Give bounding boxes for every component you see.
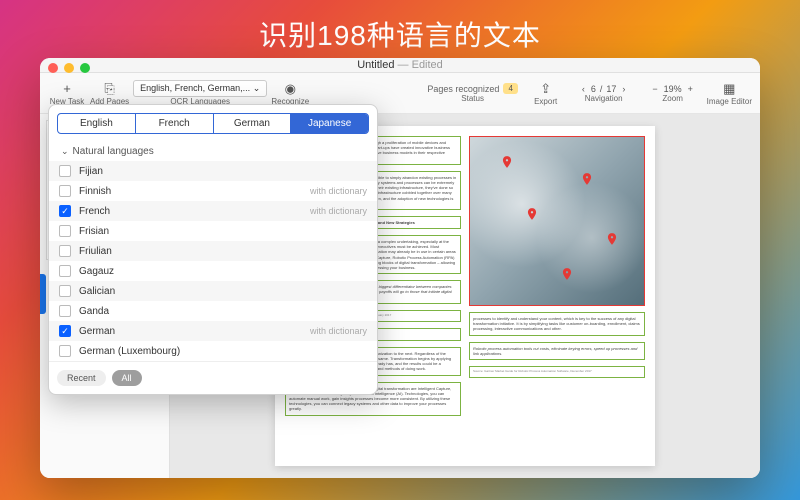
language-row[interactable]: ✓ German with dictionary: [49, 321, 377, 341]
traffic-lights: [48, 63, 90, 73]
warning-badge[interactable]: 4: [503, 83, 517, 94]
language-row[interactable]: Gagauz: [49, 261, 377, 281]
map-pin-icon: [525, 207, 539, 221]
close-icon[interactable]: [48, 63, 58, 73]
map-pin-icon: [605, 232, 619, 246]
doc-title: Untitled: [357, 59, 394, 71]
image-editor-label: Image Editor: [707, 97, 752, 106]
checkbox[interactable]: ✓: [59, 325, 71, 337]
segment-japanese[interactable]: Japanese: [291, 114, 368, 133]
checkbox[interactable]: ✓: [59, 205, 71, 217]
zoom-window-icon[interactable]: [80, 63, 90, 73]
language-row[interactable]: Finnish with dictionary: [49, 181, 377, 201]
prev-page-button[interactable]: ‹: [580, 84, 587, 94]
dictionary-label: with dictionary: [310, 206, 367, 216]
app-window: Untitled — Edited +New Task ⎘Add Pages E…: [40, 58, 760, 478]
chevron-down-icon: ⌄: [253, 83, 261, 93]
language-name: Galician: [79, 286, 115, 297]
popover-footer: Recent All: [49, 361, 377, 394]
language-name: Gagauz: [79, 266, 114, 277]
segment-english[interactable]: English: [58, 114, 136, 133]
language-name: Finnish: [79, 186, 111, 197]
export-icon: ⇪: [538, 81, 554, 97]
language-row[interactable]: Fijian: [49, 161, 377, 181]
language-list: Fijian Finnish with dictionary ✓ French with …: [49, 161, 377, 361]
checkbox[interactable]: [59, 245, 71, 257]
export-button[interactable]: ⇪Export: [527, 73, 565, 113]
status-area: Pages recognized 4 Status: [423, 73, 523, 113]
callout-region[interactable]: Robotic process automation tools cut cos…: [469, 342, 645, 360]
map-pin-icon: [560, 267, 574, 281]
language-row[interactable]: Galician: [49, 281, 377, 301]
sidebar-tab[interactable]: [40, 274, 46, 314]
language-row[interactable]: Ganda: [49, 301, 377, 321]
checkbox[interactable]: [59, 185, 71, 197]
checkbox[interactable]: [59, 345, 71, 357]
window-title: Untitled — Edited: [357, 59, 443, 71]
dictionary-label: with dictionary: [310, 326, 367, 336]
navigation-group: ‹6/17› Navigation: [569, 73, 639, 113]
language-selector[interactable]: English, French, German,... ⌄: [133, 80, 267, 97]
map-pin-icon: [580, 172, 594, 186]
zoom-value: 19%: [662, 84, 684, 94]
recent-filter[interactable]: Recent: [57, 370, 106, 386]
checkbox[interactable]: [59, 285, 71, 297]
language-name: Ganda: [79, 306, 109, 317]
language-row[interactable]: Frisian: [49, 221, 377, 241]
navigation-label: Navigation: [585, 94, 623, 103]
language-name: Friulian: [79, 246, 112, 257]
page-plus-icon: ⎘: [102, 81, 118, 97]
status-text: Pages recognized: [427, 84, 499, 94]
export-label: Export: [534, 97, 557, 106]
language-name: German (Luxembourg): [79, 346, 180, 357]
language-row[interactable]: Friulian: [49, 241, 377, 261]
page-total: 17: [604, 84, 618, 94]
hero-title: 识别198种语言的文本: [0, 0, 800, 62]
segment-french[interactable]: French: [136, 114, 214, 133]
titlebar: Untitled — Edited: [40, 58, 760, 73]
language-row[interactable]: German (Luxembourg): [49, 341, 377, 361]
group-header[interactable]: Natural languages: [49, 142, 377, 161]
callout-region[interactable]: processes to identify and understand you…: [469, 312, 645, 336]
zoom-in-button[interactable]: +: [686, 84, 695, 94]
minimize-icon[interactable]: [64, 63, 74, 73]
language-row[interactable]: ✓ French with dictionary: [49, 201, 377, 221]
eye-icon: ◉: [282, 81, 298, 97]
language-name: Fijian: [79, 166, 103, 177]
all-filter[interactable]: All: [112, 370, 142, 386]
plus-icon: +: [59, 81, 75, 97]
edited-label: — Edited: [398, 59, 443, 71]
zoom-out-button[interactable]: −: [650, 84, 659, 94]
zoom-label: Zoom: [662, 94, 682, 103]
status-label: Status: [461, 94, 484, 103]
checkbox[interactable]: [59, 305, 71, 317]
image-region[interactable]: [469, 136, 645, 306]
checkbox[interactable]: [59, 165, 71, 177]
image-icon: ▦: [721, 81, 737, 97]
segment-control: English French German Japanese: [57, 113, 369, 134]
segment-german[interactable]: German: [214, 114, 292, 133]
checkbox[interactable]: [59, 225, 71, 237]
language-name: German: [79, 326, 115, 337]
source-region[interactable]: Source: Gartner Market Guide for Robotic…: [469, 366, 645, 378]
image-editor-button[interactable]: ▦Image Editor: [707, 73, 752, 113]
language-popover: English French German Japanese Natural l…: [48, 104, 378, 395]
checkbox[interactable]: [59, 265, 71, 277]
page-current: 6: [589, 84, 598, 94]
dictionary-label: with dictionary: [310, 186, 367, 196]
zoom-group: −19%+ Zoom: [643, 73, 703, 113]
language-name: Frisian: [79, 226, 109, 237]
map-pin-icon: [500, 155, 514, 169]
language-name: French: [79, 206, 110, 217]
next-page-button[interactable]: ›: [620, 84, 627, 94]
